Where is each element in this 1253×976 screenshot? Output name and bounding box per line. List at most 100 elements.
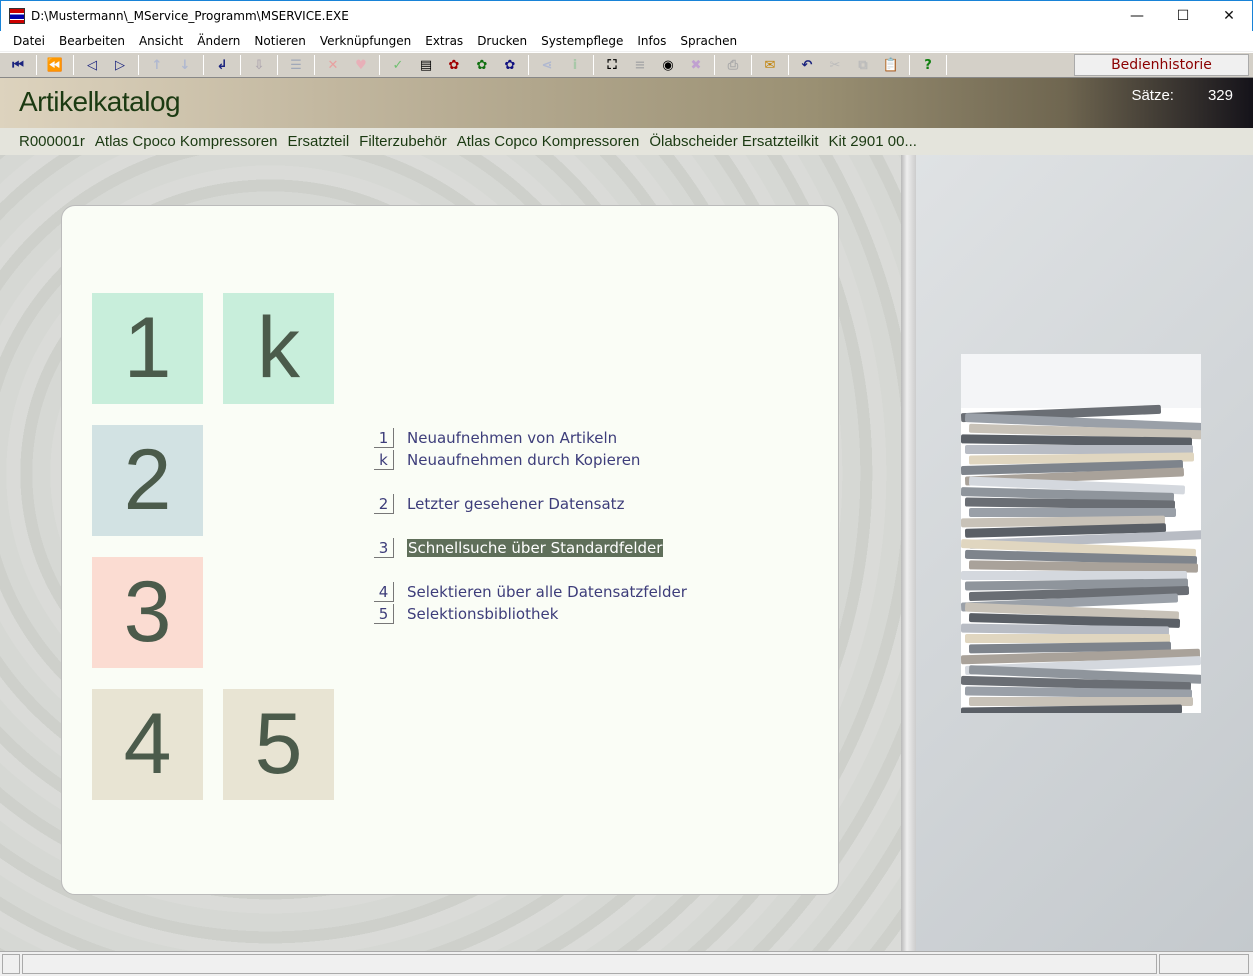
menu-systempflege[interactable]: Systempflege <box>534 34 630 48</box>
check-icon[interactable]: ✓ <box>387 54 409 76</box>
maximize-button[interactable]: ☐ <box>1160 1 1206 31</box>
toolbar-separator <box>314 55 315 75</box>
image-panel <box>916 155 1253 951</box>
shortcut-key: k <box>374 450 394 470</box>
delete-icon[interactable]: ✕ <box>322 54 344 76</box>
tile-1[interactable]: 1 <box>92 293 203 404</box>
info-icon[interactable]: i <box>564 54 586 76</box>
toolbar-separator <box>277 55 278 75</box>
undo-icon[interactable]: ↶ <box>796 54 818 76</box>
record-field: Ölabscheider Ersatzteilkit <box>649 133 819 150</box>
toolbar-separator <box>138 55 139 75</box>
option-label: Selektionsbibliothek <box>407 605 559 623</box>
menu-infos[interactable]: Infos <box>630 34 673 48</box>
toolbar-separator <box>36 55 37 75</box>
mail-icon[interactable]: ✉ <box>759 54 781 76</box>
status-cell <box>22 954 1157 974</box>
cut-icon[interactable]: ✂ <box>824 54 846 76</box>
record-count-label: Sätze: <box>1131 87 1174 104</box>
squirrel-green-icon[interactable]: ✿ <box>471 54 493 76</box>
record-field: R000001r <box>19 133 85 150</box>
tile-4[interactable]: 4 <box>92 689 203 800</box>
tile-k[interactable]: k <box>223 293 334 404</box>
shortcut-key: 5 <box>374 604 394 624</box>
status-cell <box>1159 954 1249 974</box>
toolbar-separator <box>203 55 204 75</box>
shortcut-key: 4 <box>374 582 394 602</box>
toolbar-separator <box>714 55 715 75</box>
menu-bar: Datei Bearbeiten Ansicht Ändern Notieren Verk… <box>0 31 1253 51</box>
menu-datei[interactable]: Datei <box>6 34 52 48</box>
import-icon[interactable]: ⇩ <box>248 54 270 76</box>
window-title: D:\Mustermann\_MService_Programm\MSERVIC… <box>31 9 349 23</box>
magazine-stack-image <box>961 354 1201 713</box>
up-icon[interactable]: ↑ <box>146 54 168 76</box>
tile-2[interactable]: 2 <box>92 425 203 536</box>
title-bar: D:\Mustermann\_MService_Programm\MSERVIC… <box>0 0 1253 31</box>
toolbar-separator <box>240 55 241 75</box>
history-button[interactable]: Bedienhistorie <box>1074 54 1249 76</box>
squirrel-red-icon[interactable]: ✿ <box>443 54 465 76</box>
help-icon[interactable]: ? <box>917 54 939 76</box>
link-icon[interactable]: ⋖ <box>536 54 558 76</box>
menu-extras[interactable]: Extras <box>418 34 470 48</box>
paste-icon[interactable]: 📋 <box>880 54 902 76</box>
next-icon[interactable]: ▷ <box>109 54 131 76</box>
current-record-line: R000001r Atlas Cpoco Kompressoren Ersatzte… <box>0 128 1253 155</box>
toolbar-separator <box>593 55 594 75</box>
heart-icon[interactable]: ♥ <box>350 54 372 76</box>
record-field: Atlas Cpoco Kompressoren <box>94 133 278 150</box>
toolbar-separator <box>909 55 910 75</box>
menu-sprachen[interactable]: Sprachen <box>673 34 744 48</box>
record-count: 329 <box>1207 87 1233 104</box>
toolbar-separator <box>788 55 789 75</box>
option-4[interactable]: 4 Selektieren über alle Datensatzfelder <box>374 582 687 602</box>
status-cell <box>2 954 20 974</box>
menu-ändern[interactable]: Ändern <box>190 34 247 48</box>
close-button[interactable]: ✕ <box>1206 1 1252 31</box>
record-field: Ersatzteil <box>287 133 350 150</box>
module-header: Artikelkatalog Sätze: 329 <box>0 78 1253 128</box>
fast-back-icon[interactable]: ⏪ <box>44 54 66 76</box>
eye-icon[interactable]: ◉ <box>657 54 679 76</box>
menu-ansicht[interactable]: Ansicht <box>132 34 190 48</box>
squirrel-blue-icon[interactable]: ✿ <box>499 54 521 76</box>
option-5[interactable]: 5 Selektionsbibliothek <box>374 604 558 624</box>
list-icon[interactable]: ≡ <box>629 54 651 76</box>
option-k[interactable]: k Neuaufnehmen durch Kopieren <box>374 450 640 470</box>
filter-icon[interactable]: ✖ <box>685 54 707 76</box>
shortcut-key: 1 <box>374 428 394 448</box>
tile-3[interactable]: 3 <box>92 557 203 668</box>
menu-notieren[interactable]: Notieren <box>247 34 312 48</box>
enter-icon[interactable]: ↲ <box>211 54 233 76</box>
tile-5[interactable]: 5 <box>223 689 334 800</box>
record-field: Filterzubehör <box>359 133 447 150</box>
tree-icon[interactable]: ☰ <box>285 54 307 76</box>
first-record-icon[interactable]: ⏮ <box>7 54 29 76</box>
toolbar-separator <box>528 55 529 75</box>
shortcut-key: 3 <box>374 538 394 558</box>
menu-bearbeiten[interactable]: Bearbeiten <box>52 34 132 48</box>
record-field: Kit 2901 00... <box>828 133 917 150</box>
minimize-button[interactable]: — <box>1114 1 1160 31</box>
toolbar-separator <box>379 55 380 75</box>
option-label: Letzter gesehener Datensatz <box>407 495 625 513</box>
action-card: 1 k 2 3 4 5 1 Neuaufnehmen von Artikeln k Neuaufn… <box>61 205 839 895</box>
option-label: Selektieren über alle Datensatzfelder <box>407 583 687 601</box>
option-2[interactable]: 2 Letzter gesehener Datensatz <box>374 494 624 514</box>
document-icon[interactable]: ▤ <box>415 54 437 76</box>
toolbar-separator <box>751 55 752 75</box>
binoculars-icon[interactable]: ⛶ <box>601 54 623 76</box>
app-icon <box>9 8 25 24</box>
prev-icon[interactable]: ◁ <box>81 54 103 76</box>
down-icon[interactable]: ↓ <box>174 54 196 76</box>
toolbar-separator <box>946 55 947 75</box>
option-label: Schnellsuche über Standardfelder <box>407 539 664 557</box>
copy-icon[interactable]: ⧉ <box>852 54 874 76</box>
splitter[interactable] <box>901 155 916 951</box>
menu-verknüpfungen[interactable]: Verknüpfungen <box>313 34 418 48</box>
option-3[interactable]: 3 Schnellsuche über Standardfelder <box>374 538 664 558</box>
option-1[interactable]: 1 Neuaufnehmen von Artikeln <box>374 428 617 448</box>
menu-drucken[interactable]: Drucken <box>470 34 534 48</box>
print-icon[interactable]: ⎙ <box>722 54 744 76</box>
